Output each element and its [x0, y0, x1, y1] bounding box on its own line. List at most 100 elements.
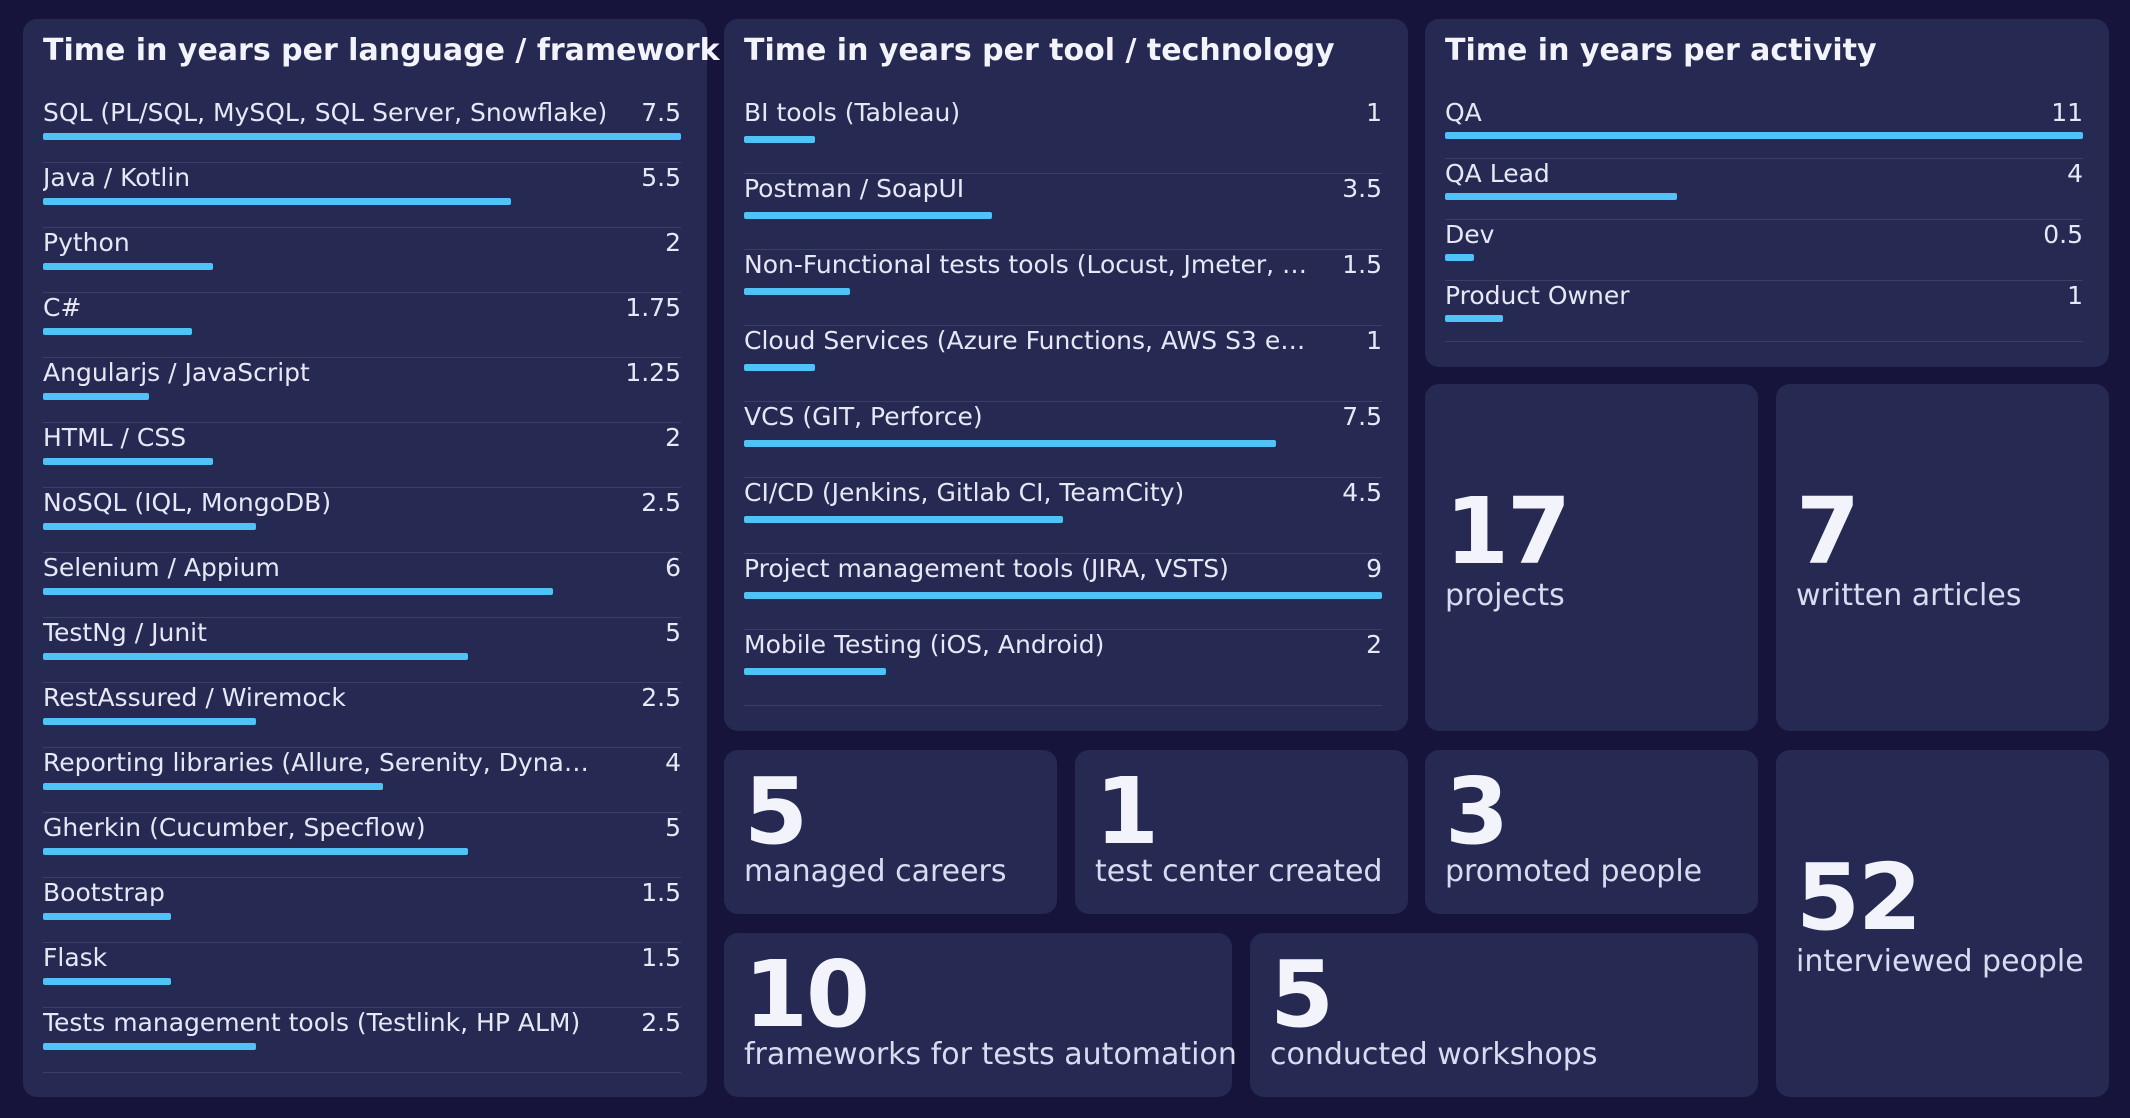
stat-articles-label: written articles: [1796, 578, 2022, 613]
languages-row-value: 1.75: [625, 293, 681, 322]
stat-interviewed: 52 interviewed people: [1776, 750, 2109, 1097]
stat-promoted-number: 3: [1445, 758, 1509, 865]
languages-row-label: C#: [43, 293, 82, 322]
tools-row-value: 1: [1366, 98, 1382, 127]
languages-row: NoSQL (IQL, MongoDB) 2.5: [43, 488, 681, 553]
tools-row-label: Non-Functional tests tools (Locust, Jmet…: [744, 250, 1312, 279]
languages-row-bar: [43, 588, 554, 595]
activities-panel-title: Time in years per activity: [1445, 33, 1877, 68]
tools-row: Mobile Testing (iOS, Android) 2: [744, 630, 1382, 706]
languages-row-value: 5.5: [641, 163, 681, 192]
activities-row-bar: [1445, 254, 1474, 261]
languages-row: Flask 1.5: [43, 943, 681, 1008]
tools-panel: Time in years per tool / technology BI t…: [724, 19, 1408, 731]
languages-row-label: Angularjs / JavaScript: [43, 358, 310, 387]
activities-list: QA 11 QA Lead 4 Dev 0.5 Product Owner 1: [1445, 98, 2083, 342]
languages-row: Gherkin (Cucumber, Specflow) 5: [43, 813, 681, 878]
languages-row: C# 1.75: [43, 293, 681, 358]
languages-row-label: HTML / CSS: [43, 423, 187, 452]
languages-panel-title: Time in years per language / framework: [43, 33, 720, 68]
languages-row-bar: [43, 1043, 256, 1050]
tools-row: VCS (GIT, Perforce) 7.5: [744, 402, 1382, 478]
activities-row-value: 1: [2067, 281, 2083, 310]
languages-row: Tests management tools (Testlink, HP ALM…: [43, 1008, 681, 1073]
languages-row-bar: [43, 913, 171, 920]
tools-row-label: BI tools (Tableau): [744, 98, 961, 127]
languages-row: Reporting libraries (Allure, Serenity, D…: [43, 748, 681, 813]
stat-articles-number: 7: [1796, 478, 1860, 585]
activities-row-value: 4: [2067, 159, 2083, 188]
languages-row-bar: [43, 458, 214, 465]
activities-row: Product Owner 1: [1445, 281, 2083, 342]
languages-row-label: RestAssured / Wiremock: [43, 683, 346, 712]
languages-row-bar: [43, 133, 681, 140]
languages-row-bar: [43, 718, 256, 725]
stat-workshops: 5 conducted workshops: [1250, 933, 1758, 1097]
activities-panel: Time in years per activity QA 11 QA Lead 4 D…: [1425, 19, 2109, 367]
stat-careers-number: 5: [744, 758, 808, 865]
stat-interviewed-label: interviewed people: [1796, 944, 2084, 979]
languages-list: SQL (PL/SQL, MySQL, SQL Server, Snowflak…: [43, 98, 681, 1073]
tools-row-value: 7.5: [1342, 402, 1382, 431]
tools-list: BI tools (Tableau) 1 Postman / SoapUI 3.5 No…: [744, 98, 1382, 706]
tools-row-bar: [744, 592, 1382, 599]
tools-row-label: Mobile Testing (iOS, Android): [744, 630, 1105, 659]
tools-panel-title: Time in years per tool / technology: [744, 33, 1335, 68]
tools-row-value: 9: [1366, 554, 1382, 583]
languages-row: Selenium / Appium 6: [43, 553, 681, 618]
languages-row-label: Bootstrap: [43, 878, 165, 907]
stat-articles: 7 written articles: [1776, 384, 2109, 731]
activities-row-value: 11: [2051, 98, 2083, 127]
activities-row-bar: [1445, 132, 2083, 139]
stat-test-center-number: 1: [1095, 758, 1159, 865]
stat-workshops-number: 5: [1270, 941, 1334, 1048]
stat-test-center-label: test center created: [1095, 854, 1383, 889]
languages-row: Bootstrap 1.5: [43, 878, 681, 943]
languages-row-bar: [43, 653, 469, 660]
activities-row: QA 11: [1445, 98, 2083, 159]
tools-row-label: Postman / SoapUI: [744, 174, 965, 203]
stat-projects: 17 projects: [1425, 384, 1758, 731]
languages-row-value: 6: [665, 553, 681, 582]
tools-row: Project management tools (JIRA, VSTS) 9: [744, 554, 1382, 630]
stat-test-center: 1 test center created: [1075, 750, 1408, 914]
stat-workshops-label: conducted workshops: [1270, 1037, 1598, 1072]
languages-row: TestNg / Junit 5: [43, 618, 681, 683]
tools-row-bar: [744, 288, 851, 295]
languages-row-value: 2: [665, 423, 681, 452]
languages-row-value: 1.5: [641, 943, 681, 972]
stat-interviewed-number: 52: [1796, 844, 1922, 951]
languages-row-bar: [43, 848, 469, 855]
languages-row: Java / Kotlin 5.5: [43, 163, 681, 228]
tools-row-bar: [744, 440, 1276, 447]
tools-row-label: Project management tools (JIRA, VSTS): [744, 554, 1229, 583]
languages-row-value: 5: [665, 813, 681, 842]
stat-frameworks: 10 frameworks for tests automation: [724, 933, 1237, 1097]
languages-row-label: Flask: [43, 943, 108, 972]
languages-row-value: 2.5: [641, 488, 681, 517]
languages-row-bar: [43, 328, 192, 335]
activities-row-value: 0.5: [2043, 220, 2083, 249]
languages-row-bar: [43, 523, 256, 530]
languages-row-value: 2.5: [641, 683, 681, 712]
activities-row: QA Lead 4: [1445, 159, 2083, 220]
tools-row-bar: [744, 668, 886, 675]
stat-promoted: 3 promoted people: [1425, 750, 1758, 914]
languages-row: Angularjs / JavaScript 1.25: [43, 358, 681, 423]
tools-row-label: CI/CD (Jenkins, Gitlab CI, TeamCity): [744, 478, 1185, 507]
stat-careers-label: managed careers: [744, 854, 1007, 889]
activities-row-bar: [1445, 315, 1503, 322]
stat-frameworks-label: frameworks for tests automation: [744, 1037, 1237, 1072]
languages-row-label: Java / Kotlin: [43, 163, 191, 192]
tools-row-bar: [744, 212, 993, 219]
languages-row-bar: [43, 263, 214, 270]
tools-row: Postman / SoapUI 3.5: [744, 174, 1382, 250]
languages-row: SQL (PL/SQL, MySQL, SQL Server, Snowflak…: [43, 98, 681, 163]
tools-row-bar: [744, 364, 815, 371]
languages-row-bar: [43, 783, 384, 790]
activities-row-label: QA: [1445, 98, 1482, 127]
activities-row: Dev 0.5: [1445, 220, 2083, 281]
languages-row-value: 5: [665, 618, 681, 647]
languages-panel: Time in years per language / framework S…: [23, 19, 720, 1097]
activities-row-bar: [1445, 193, 1677, 200]
